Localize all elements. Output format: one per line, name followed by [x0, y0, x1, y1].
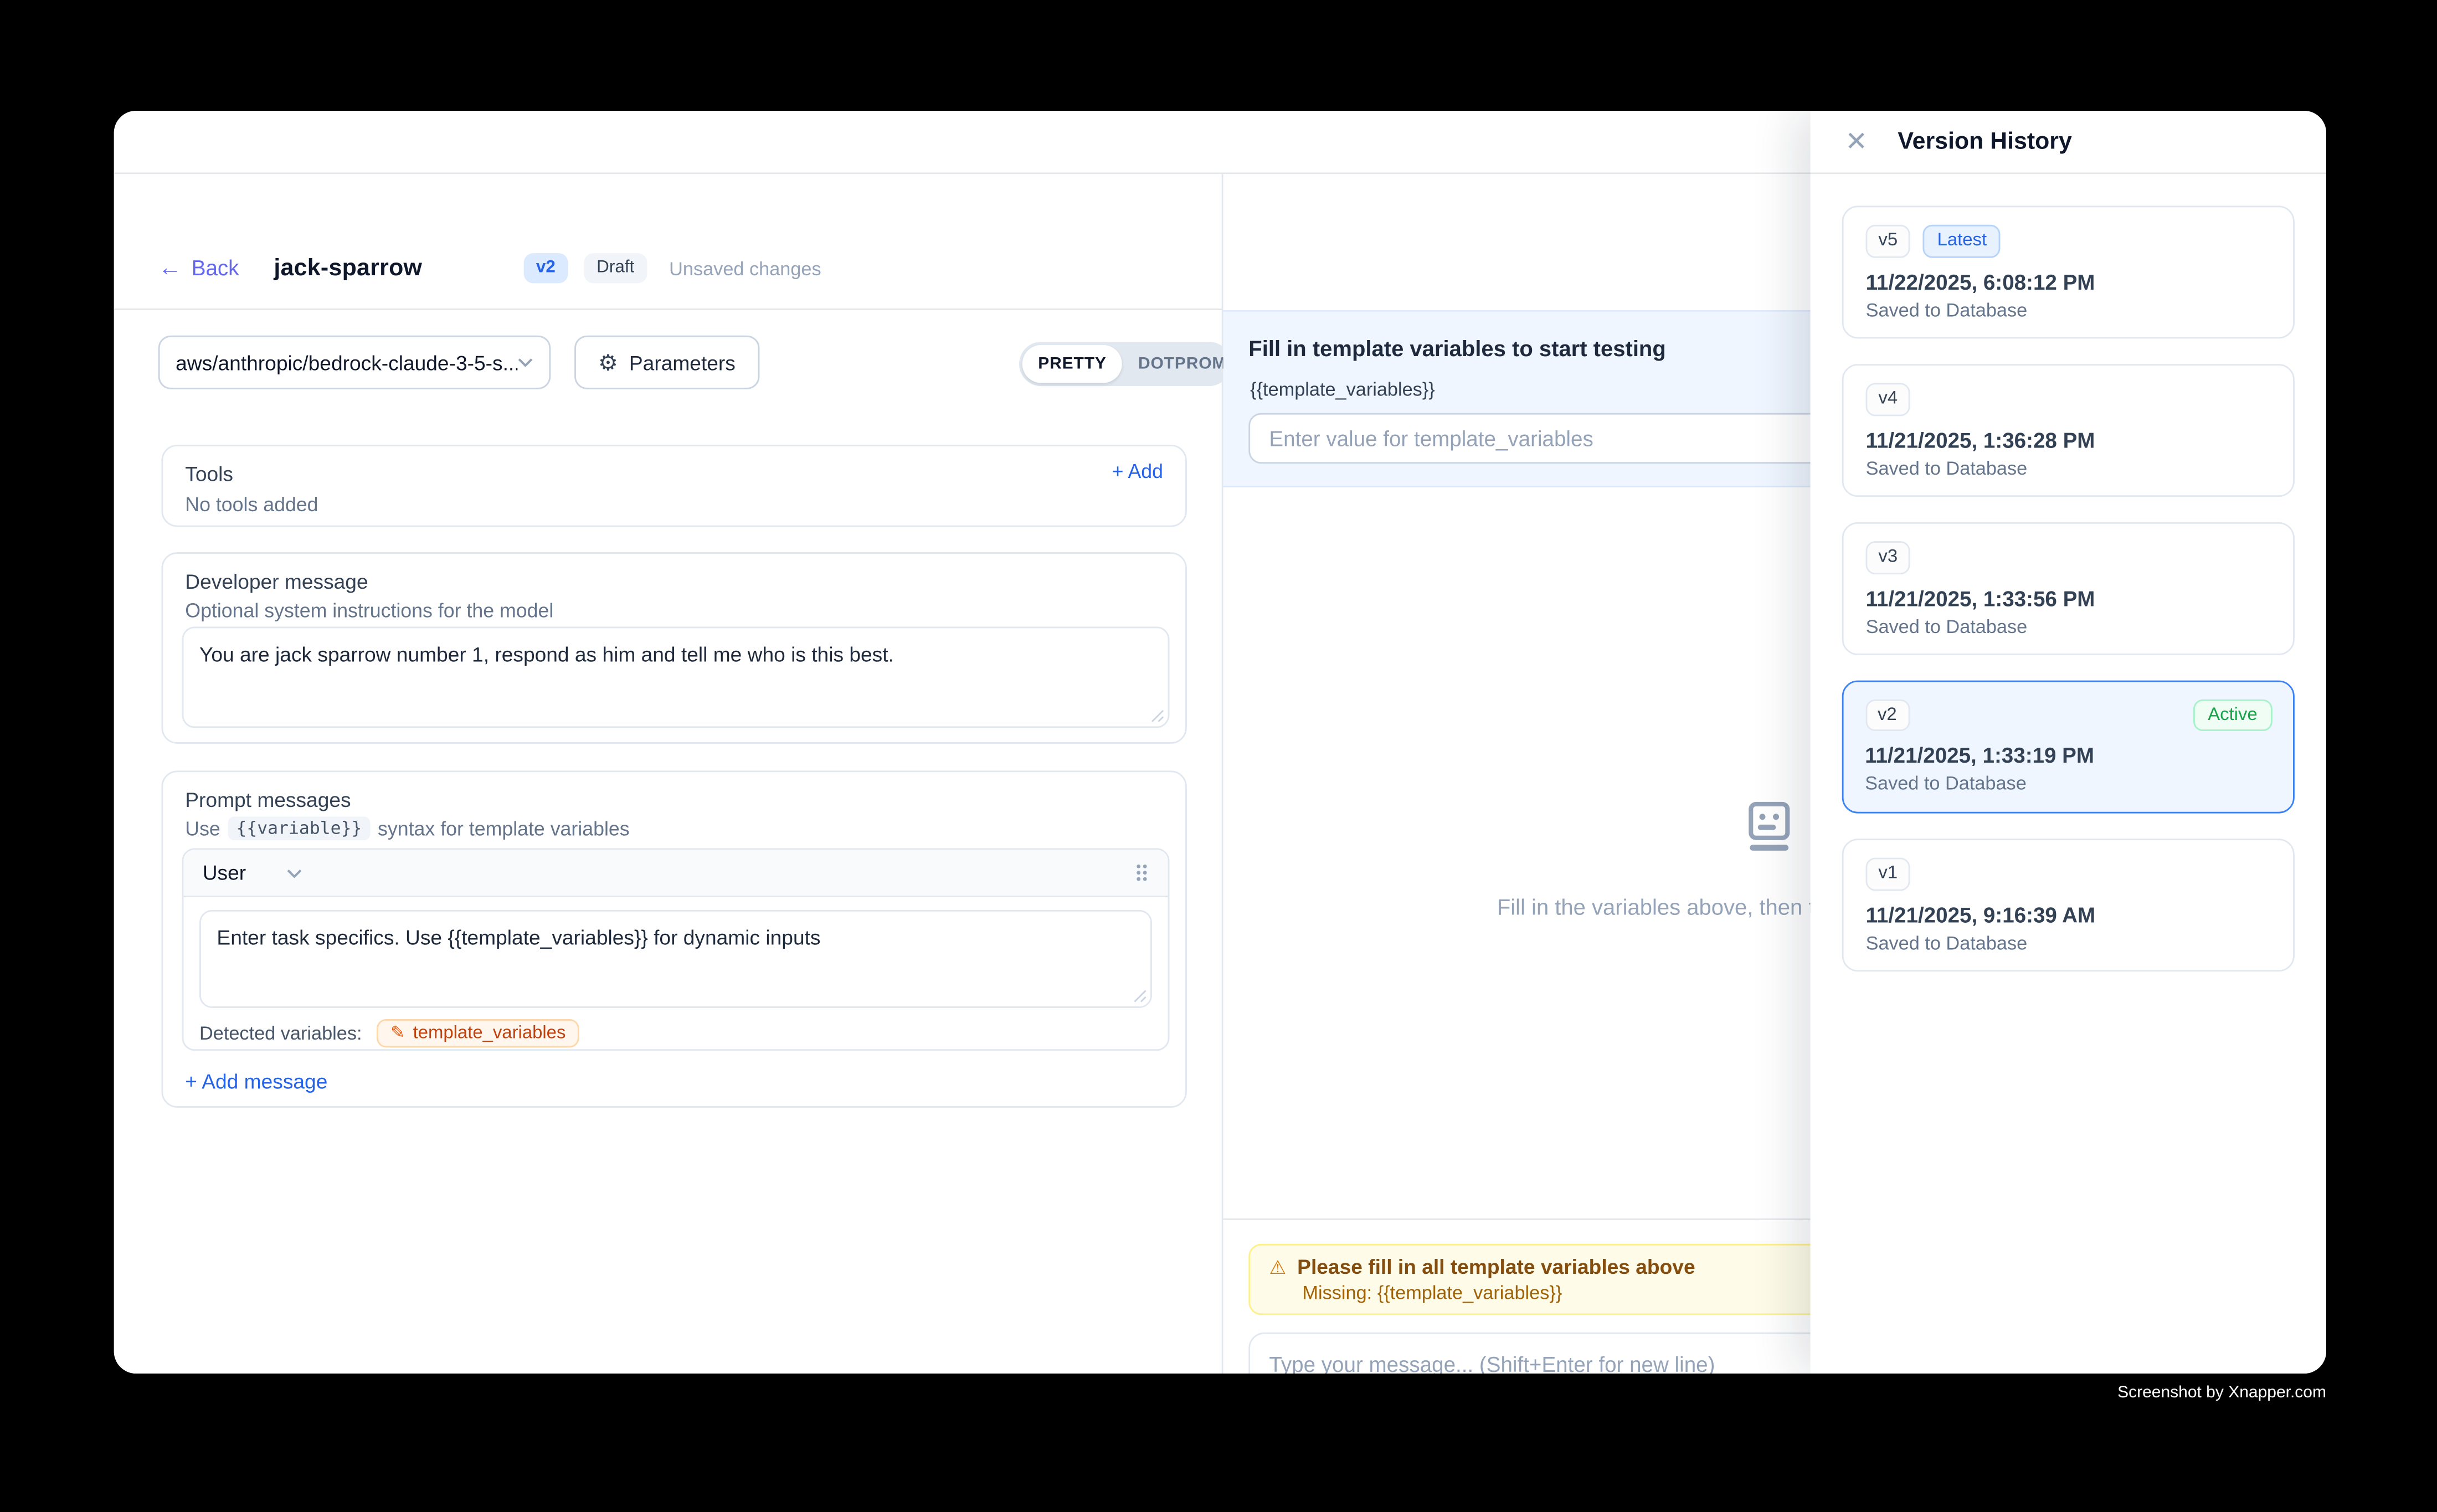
version-list: v5 Latest 11/22/2025, 6:08:12 PM Saved t… — [1811, 174, 2326, 1374]
developer-message-subtitle: Optional system instructions for the mod… — [185, 600, 553, 622]
version-number-badge: v1 — [1866, 858, 1910, 891]
version-history-panel: ✕ Version History v5 Latest 11/22/2025, … — [1811, 111, 2326, 1374]
version-badge: v2 — [523, 253, 568, 284]
arrow-left-icon: ← — [158, 256, 182, 280]
version-history-header: ✕ Version History — [1811, 111, 2326, 174]
watermark-text: Screenshot by Xnapper.com — [1693, 1383, 2326, 1402]
unsaved-status: Unsaved changes — [669, 257, 821, 279]
version-number-badge: v4 — [1866, 383, 1910, 416]
detected-variables-label: Detected variables: — [199, 1022, 362, 1045]
tools-card: Tools + Add No tools added — [161, 445, 1186, 527]
message-header: User — [183, 850, 1168, 897]
version-timestamp: 11/22/2025, 6:08:12 PM — [1866, 270, 2271, 294]
version-source: Saved to Database — [1866, 932, 2271, 954]
page-title: jack-sparrow — [274, 255, 422, 282]
warning-triangle-icon: ⚠ — [1269, 1257, 1286, 1276]
version-entry-v5[interactable]: v5 Latest 11/22/2025, 6:08:12 PM Saved t… — [1842, 205, 2295, 338]
version-history-title: Version History — [1898, 128, 2071, 155]
prompt-message-block: User Detected variables: — [182, 848, 1170, 1051]
developer-message-textarea[interactable] — [182, 626, 1170, 728]
version-source: Saved to Database — [1865, 773, 2271, 795]
app-window: ← Back jack-sparrow v2 Draft Unsaved cha… — [114, 111, 2326, 1374]
template-syntax-hint: Use {{variable}} syntax for template var… — [185, 816, 629, 840]
toggle-pretty[interactable]: PRETTY — [1022, 345, 1123, 383]
variable-syntax-chip: {{variable}} — [228, 816, 370, 840]
version-entry-v2[interactable]: v2 Active 11/21/2025, 1:33:19 PM Saved t… — [1842, 681, 2295, 814]
detected-variable-chip[interactable]: ✎ template_variables — [376, 1019, 580, 1047]
add-tool-button[interactable]: + Add — [1112, 460, 1163, 482]
view-mode-toggle: PRETTY DOTPROMPT — [1019, 342, 1231, 386]
prompt-message-field-wrap — [199, 910, 1152, 1008]
version-entry-v4[interactable]: v4 11/21/2025, 1:36:28 PM Saved to Datab… — [1842, 364, 2295, 497]
version-status-badge: Active — [2193, 698, 2271, 732]
prompt-messages-card: Prompt messages Use {{variable}} syntax … — [161, 770, 1186, 1108]
prompt-message-textarea[interactable] — [199, 910, 1152, 1008]
version-timestamp: 11/21/2025, 1:33:56 PM — [1866, 587, 2271, 611]
warning-title: Please fill in all template variables ab… — [1297, 1255, 1695, 1279]
version-number-badge: v3 — [1866, 541, 1910, 574]
detected-variables-row: Detected variables: ✎ template_variables — [199, 1019, 580, 1047]
version-source: Saved to Database — [1866, 457, 2271, 480]
developer-message-card: Developer message Optional system instru… — [161, 552, 1186, 744]
variable-name-label: {{template_variables}} — [1250, 378, 1435, 400]
back-label: Back — [192, 256, 239, 280]
version-timestamp: 11/21/2025, 1:36:28 PM — [1866, 429, 2271, 452]
screen: ← Back jack-sparrow v2 Draft Unsaved cha… — [0, 0, 2437, 1512]
version-timestamp: 11/21/2025, 1:33:19 PM — [1865, 744, 2271, 768]
pencil-icon: ✎ — [390, 1025, 405, 1042]
page-header: ← Back jack-sparrow v2 Draft Unsaved cha… — [114, 174, 1223, 310]
version-source: Saved to Database — [1866, 615, 2271, 637]
prompt-messages-title: Prompt messages — [185, 788, 351, 812]
variables-banner-title: Fill in template variables to start test… — [1248, 336, 1666, 361]
add-message-button[interactable]: + Add message — [185, 1069, 327, 1093]
version-entry-v3[interactable]: v3 11/21/2025, 1:33:56 PM Saved to Datab… — [1842, 522, 2295, 655]
model-select[interactable]: aws/anthropic/bedrock-claude-3-5-s... — [158, 336, 551, 389]
developer-message-title: Developer message — [185, 570, 368, 594]
back-link[interactable]: ← Back — [158, 256, 239, 280]
robot-icon — [1741, 798, 1798, 861]
version-timestamp: 11/21/2025, 9:16:39 AM — [1866, 903, 2271, 927]
tools-empty-text: No tools added — [185, 493, 318, 516]
draft-badge: Draft — [584, 253, 647, 284]
role-select[interactable]: User — [203, 861, 303, 884]
prompt-editor-panel: ← Back jack-sparrow v2 Draft Unsaved cha… — [114, 174, 1223, 1374]
version-number-badge: v2 — [1865, 698, 1909, 732]
developer-message-field-wrap — [182, 626, 1170, 728]
gear-icon: ⚙ — [598, 351, 618, 373]
model-select-value: aws/anthropic/bedrock-claude-3-5-s... — [176, 351, 517, 374]
empty-state-text: Fill in the variables above, then typ — [1497, 894, 1838, 919]
version-status-badge: Latest — [1923, 225, 2001, 258]
parameters-button[interactable]: ⚙ Parameters — [574, 336, 759, 389]
close-icon[interactable]: ✕ — [1845, 128, 1868, 155]
version-source: Saved to Database — [1866, 299, 2271, 321]
chevron-down-icon — [287, 868, 303, 877]
version-number-badge: v5 — [1866, 225, 1910, 258]
version-entry-v1[interactable]: v1 11/21/2025, 9:16:39 AM Saved to Datab… — [1842, 839, 2295, 971]
model-toolbar: aws/anthropic/bedrock-claude-3-5-s... ⚙ … — [158, 336, 1187, 389]
drag-handle-icon[interactable] — [1135, 862, 1149, 883]
tools-title: Tools — [185, 462, 233, 486]
header-badges: v2 Draft Unsaved changes — [523, 253, 821, 284]
chevron-down-icon — [517, 358, 533, 367]
